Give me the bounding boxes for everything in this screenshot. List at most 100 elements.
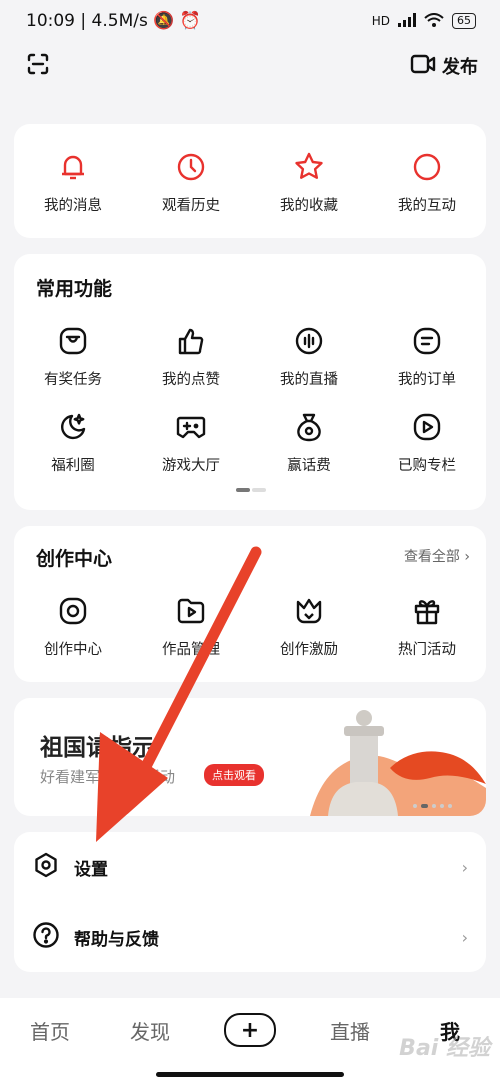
menu-item-settings[interactable]: 设置 › <box>14 832 486 902</box>
banner-dot <box>440 804 444 808</box>
crown-icon <box>292 594 326 628</box>
publish-label: 发布 <box>442 57 478 78</box>
quick-action-favorites[interactable]: 我的收藏 <box>250 150 368 215</box>
money-bag-icon <box>292 410 326 444</box>
creation-item-incentive[interactable]: 创作激励 <box>250 594 368 659</box>
quick-action-label: 我的收藏 <box>280 198 338 214</box>
status-time: 10:09 <box>26 11 75 31</box>
section-title: 常用功能 <box>36 278 113 300</box>
quick-action-label: 我的消息 <box>44 198 102 214</box>
common-item-orders[interactable]: 我的订单 <box>368 324 486 389</box>
status-speed: 4.5M/s <box>91 11 148 31</box>
gift-icon <box>410 594 444 628</box>
section-title: 创作中心 <box>36 548 113 570</box>
circle-icon <box>410 150 444 184</box>
common-item-welfare[interactable]: 福利圈 <box>14 410 132 475</box>
banner-dot <box>448 804 452 808</box>
common-item-tasks[interactable]: 有奖任务 <box>14 324 132 389</box>
thumb-up-icon <box>174 324 208 358</box>
common-item-label: 我的点赞 <box>162 372 220 388</box>
page-indicator-inactive <box>252 488 266 492</box>
view-all-label: 查看全部 <box>403 549 460 565</box>
promo-banner[interactable]: 祖国请指示 好看建军主题月活动 点击观看 <box>14 698 486 816</box>
moon-star-icon <box>56 410 90 444</box>
common-item-label: 我的直播 <box>280 372 338 388</box>
quick-action-messages[interactable]: 我的消息 <box>14 150 132 215</box>
chevron-right-icon: › <box>461 927 468 947</box>
tab-discover[interactable]: 发现 <box>100 1016 200 1045</box>
bell-icon <box>56 150 90 184</box>
banner-dot-active <box>421 804 428 808</box>
order-icon <box>410 324 444 358</box>
creation-item-label: 热门活动 <box>398 642 456 658</box>
live-icon <box>292 324 326 358</box>
common-item-phone-credit[interactable]: 赢话费 <box>250 410 368 475</box>
common-item-games[interactable]: 游戏大厅 <box>132 410 250 475</box>
play-icon <box>410 410 444 444</box>
common-functions-card: 常用功能 有奖任务 我的点赞 我的直播 我的订单 福利圈 游戏大厅 赢话费 已购… <box>14 254 486 510</box>
chevron-right-icon: › <box>461 857 468 877</box>
menu-item-help[interactable]: 帮助与反馈 › <box>14 902 486 972</box>
signal-label: HD <box>371 14 390 28</box>
banner-dot <box>413 804 417 808</box>
common-item-label: 赢话费 <box>287 458 331 474</box>
watermark: Bai 经验 <box>399 1036 490 1061</box>
alarm-icon: ⏰ <box>179 11 201 31</box>
gamepad-icon <box>174 410 208 444</box>
quick-actions-card: 我的消息 观看历史 我的收藏 我的互动 <box>14 124 486 238</box>
common-item-purchased[interactable]: 已购专栏 <box>368 410 486 475</box>
creation-item-works[interactable]: 作品管理 <box>132 594 250 659</box>
camera-icon <box>56 594 90 628</box>
menu-item-label: 设置 <box>74 859 108 880</box>
mute-icon: 🔕 <box>153 11 175 31</box>
tab-live[interactable]: 直播 <box>300 1016 400 1045</box>
help-icon <box>32 921 60 953</box>
banner-title: 祖国请指示 <box>40 735 155 761</box>
banner-dot <box>432 804 436 808</box>
clock-icon <box>174 150 208 184</box>
home-indicator <box>156 1072 344 1077</box>
creation-item-label: 作品管理 <box>162 642 220 658</box>
wifi-icon <box>424 12 444 30</box>
signal-icon <box>398 12 416 30</box>
quick-action-interactions[interactable]: 我的互动 <box>368 150 486 215</box>
creation-item-events[interactable]: 热门活动 <box>368 594 486 659</box>
settings-hexagon-icon <box>32 851 60 883</box>
chevron-right-icon: › <box>464 549 470 565</box>
star-icon <box>292 150 326 184</box>
common-item-likes[interactable]: 我的点赞 <box>132 324 250 389</box>
common-item-label: 已购专栏 <box>398 458 456 474</box>
settings-menu-card: 设置 › 帮助与反馈 › <box>14 832 486 972</box>
banner-subtitle: 好看建军主题月活动 <box>40 768 176 786</box>
quick-action-label: 我的互动 <box>398 198 456 214</box>
page-indicator-active <box>236 488 250 492</box>
view-all-link[interactable]: 查看全部 › <box>404 546 470 566</box>
status-bar: 10:09 | 4.5M/s 🔕 ⏰ HD 65 <box>0 0 500 42</box>
quick-action-history[interactable]: 观看历史 <box>132 150 250 215</box>
banner-pagination <box>413 804 452 808</box>
folder-play-icon <box>174 594 208 628</box>
status-right: HD 65 <box>371 12 476 30</box>
video-camera-icon <box>410 53 436 80</box>
common-item-live[interactable]: 我的直播 <box>250 324 368 389</box>
plus-icon: + <box>224 1013 276 1047</box>
creation-center-card: 创作中心 查看全部 › 创作中心 作品管理 创作激励 热门活动 <box>14 526 486 682</box>
creation-item-label: 创作中心 <box>44 642 102 658</box>
common-item-label: 我的订单 <box>398 372 456 388</box>
tab-create[interactable]: + <box>200 1013 300 1047</box>
quick-action-label: 观看历史 <box>162 198 220 214</box>
banner-watch-button[interactable]: 点击观看 <box>204 764 264 786</box>
tab-home[interactable]: 首页 <box>0 1016 100 1045</box>
publish-button[interactable]: 发布 <box>410 53 478 80</box>
menu-item-label: 帮助与反馈 <box>74 929 159 950</box>
scan-icon[interactable] <box>26 52 50 80</box>
common-item-label: 有奖任务 <box>44 372 102 388</box>
top-bar: 发布 <box>0 42 500 90</box>
common-item-label: 福利圈 <box>51 458 95 474</box>
status-left: 10:09 | 4.5M/s 🔕 ⏰ <box>26 11 201 31</box>
page-indicator <box>236 488 266 492</box>
creation-item-label: 创作激励 <box>280 642 338 658</box>
common-item-label: 游戏大厅 <box>162 458 220 474</box>
creation-item-center[interactable]: 创作中心 <box>14 594 132 659</box>
banner-illustration <box>300 698 486 816</box>
